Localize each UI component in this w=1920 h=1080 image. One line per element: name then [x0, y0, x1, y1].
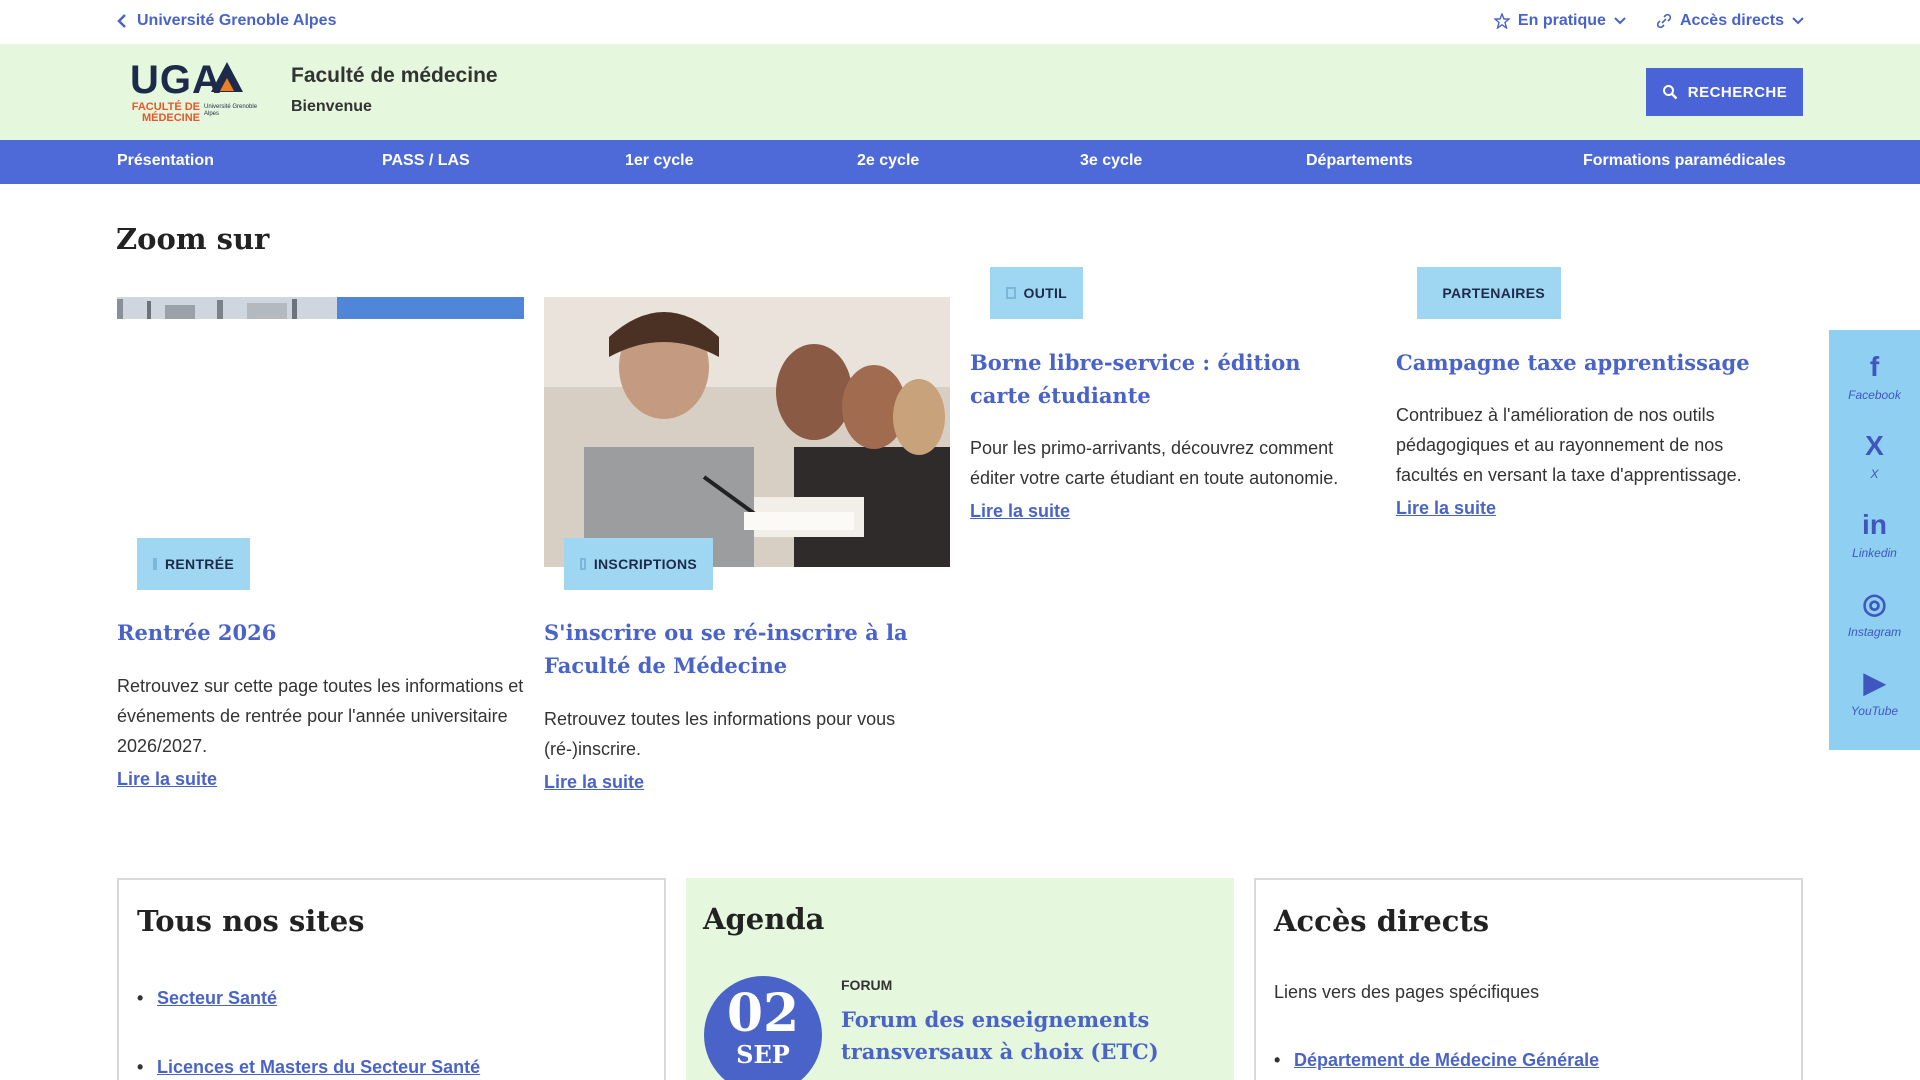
card-text-rentree: Retrouvez sur cette page toutes les info…: [117, 676, 524, 756]
card-tag-partenaires[interactable]: PARTENAIRES: [1417, 267, 1561, 319]
nav-item-departements[interactable]: Départements: [1306, 152, 1413, 170]
chevron-down-icon: [1614, 17, 1626, 25]
search-icon: [1662, 85, 1678, 100]
logo-university: Université Grenoble Alpes: [204, 104, 258, 117]
acces-directs-label: Accès directs: [1679, 12, 1784, 29]
social-link-linkedin[interactable]: in Linkedin: [1829, 508, 1920, 560]
en-pratique-menu[interactable]: En pratique: [1493, 12, 1626, 30]
calendar-icon: [153, 558, 157, 570]
logo-faculty: FACULTÉ DE MÉDECINE: [131, 101, 200, 124]
event-date-badge[interactable]: 02 SEP: [704, 976, 822, 1080]
uga-logo[interactable]: UGA FACULTÉ DE MÉDECINE Université Greno…: [116, 58, 261, 126]
logo-text: UGA: [130, 58, 222, 102]
card-title-rentree[interactable]: Rentrée 2026: [117, 616, 524, 649]
sites-panel: Tous nos sites Secteur Santé Licences et…: [117, 878, 666, 1080]
card-tag-rentree[interactable]: RENTRÉE: [137, 538, 250, 590]
card-icon: [1006, 287, 1016, 299]
card-text-inscriptions: Retrouvez toutes les informations pour v…: [544, 709, 896, 759]
acces-directs-menu[interactable]: Accès directs: [1656, 12, 1804, 30]
linkedin-icon: in: [1862, 509, 1887, 540]
x-icon: X: [1865, 430, 1884, 461]
card-tag-outil[interactable]: OUTIL: [990, 267, 1083, 319]
sites-list-item[interactable]: Secteur Santé: [137, 988, 480, 1009]
link-icon: [1656, 13, 1672, 29]
university-back-link[interactable]: Université Grenoble Alpes: [117, 12, 336, 30]
youtube-icon: ▶: [1863, 667, 1886, 698]
card-text-outil: Pour les primo-arrivants, découvrez comm…: [970, 438, 1339, 488]
card-tag-inscriptions[interactable]: INSCRIPTIONS: [564, 538, 713, 590]
sites-panel-title: Tous nos sites: [137, 904, 365, 938]
social-label: X: [1870, 467, 1879, 481]
card-tag-label: PARTENAIRES: [1442, 285, 1545, 301]
nav-item-formations-paramedicales[interactable]: Formations paramédicales: [1583, 152, 1786, 170]
card-title-inscriptions[interactable]: S'inscrire ou se ré-inscrire à la Facult…: [544, 616, 950, 682]
acces-list: Département de Médecine Générale: [1274, 1050, 1599, 1071]
star-icon: [1493, 13, 1510, 29]
main-navigation: Présentation PASS / LAS 1er cycle 2e cyc…: [0, 140, 1920, 184]
card-text-partenaires: Contribuez à l'amélioration de nos outil…: [1396, 405, 1742, 485]
card-image-rentree[interactable]: [117, 297, 524, 319]
card-title-partenaires[interactable]: Campagne taxe apprentissage: [1396, 346, 1816, 379]
nav-item-1er-cycle[interactable]: 1er cycle: [625, 152, 694, 170]
nav-item-pass-las[interactable]: PASS / LAS: [382, 152, 470, 170]
social-sidebar: f Facebook X X in Linkedin ◎ Instagram ▶…: [1829, 330, 1920, 750]
university-back-label: Université Grenoble Alpes: [137, 12, 337, 29]
acces-panel-description: Liens vers des pages spécifiques: [1274, 982, 1540, 1002]
social-label: Linkedin: [1852, 546, 1897, 560]
utility-menu: En pratique Accès directs: [1493, 12, 1804, 30]
card-tag-label: OUTIL: [1023, 285, 1067, 301]
zoom-section-title: Zoom sur: [116, 222, 270, 256]
card-link-outil[interactable]: Lire la suite: [970, 501, 1070, 522]
event-month: SEP: [736, 1040, 790, 1069]
card-title-outil[interactable]: Borne libre-service : édition carte étud…: [970, 346, 1350, 412]
social-link-x[interactable]: X X: [1829, 429, 1920, 481]
search-button[interactable]: RECHERCHE: [1646, 68, 1803, 116]
nav-item-2e-cycle[interactable]: 2e cycle: [857, 152, 919, 170]
sites-list: Secteur Santé Licences et Masters du Sec…: [137, 988, 480, 1078]
event-type: FORUM: [841, 977, 893, 993]
card-tag-label: INSCRIPTIONS: [593, 556, 697, 572]
social-link-instagram[interactable]: ◎ Instagram: [1829, 587, 1920, 639]
facebook-icon: f: [1869, 351, 1880, 382]
search-icon: [1433, 292, 1435, 294]
chevron-down-icon: [1792, 17, 1804, 25]
nav-item-presentation[interactable]: Présentation: [117, 152, 214, 170]
card-image-inscriptions[interactable]: [544, 297, 950, 567]
acces-panel: Accès directs Liens vers des pages spéci…: [1254, 878, 1803, 1080]
social-link-facebook[interactable]: f Facebook: [1829, 350, 1920, 402]
search-button-label: RECHERCHE: [1687, 83, 1788, 101]
event-day: 02: [726, 983, 800, 1044]
nav-item-3e-cycle[interactable]: 3e cycle: [1080, 152, 1142, 170]
event-title[interactable]: Forum des enseignements transversaux à c…: [841, 1004, 1161, 1068]
acces-list-item[interactable]: Département de Médecine Générale: [1274, 1050, 1599, 1071]
instagram-icon: ◎: [1862, 588, 1887, 619]
sites-list-item[interactable]: Licences et Masters du Secteur Santé: [137, 1057, 480, 1078]
social-label: YouTube: [1850, 704, 1899, 718]
social-label: Instagram: [1847, 625, 1902, 639]
en-pratique-label: En pratique: [1517, 12, 1606, 29]
utility-bar: Université Grenoble Alpes En pratique Ac…: [0, 0, 1920, 44]
agenda-panel-title: Agenda: [703, 902, 825, 936]
card-link-partenaires[interactable]: Lire la suite: [1396, 498, 1496, 519]
acces-panel-title: Accès directs: [1274, 904, 1490, 938]
card-tag-label: RENTRÉE: [165, 556, 234, 572]
site-title[interactable]: Faculté de médecine: [291, 64, 498, 88]
social-label: Facebook: [1848, 388, 1901, 402]
site-subtitle: Bienvenue: [291, 98, 372, 115]
calendar-icon: [580, 558, 586, 570]
logo-triangle-accent: [220, 78, 234, 91]
card-link-rentree[interactable]: Lire la suite: [117, 769, 217, 790]
chevron-left-icon: [117, 14, 126, 28]
social-link-youtube[interactable]: ▶ YouTube: [1829, 666, 1920, 718]
site-header: UGA FACULTÉ DE MÉDECINE Université Greno…: [0, 44, 1920, 140]
card-link-inscriptions[interactable]: Lire la suite: [544, 772, 644, 793]
